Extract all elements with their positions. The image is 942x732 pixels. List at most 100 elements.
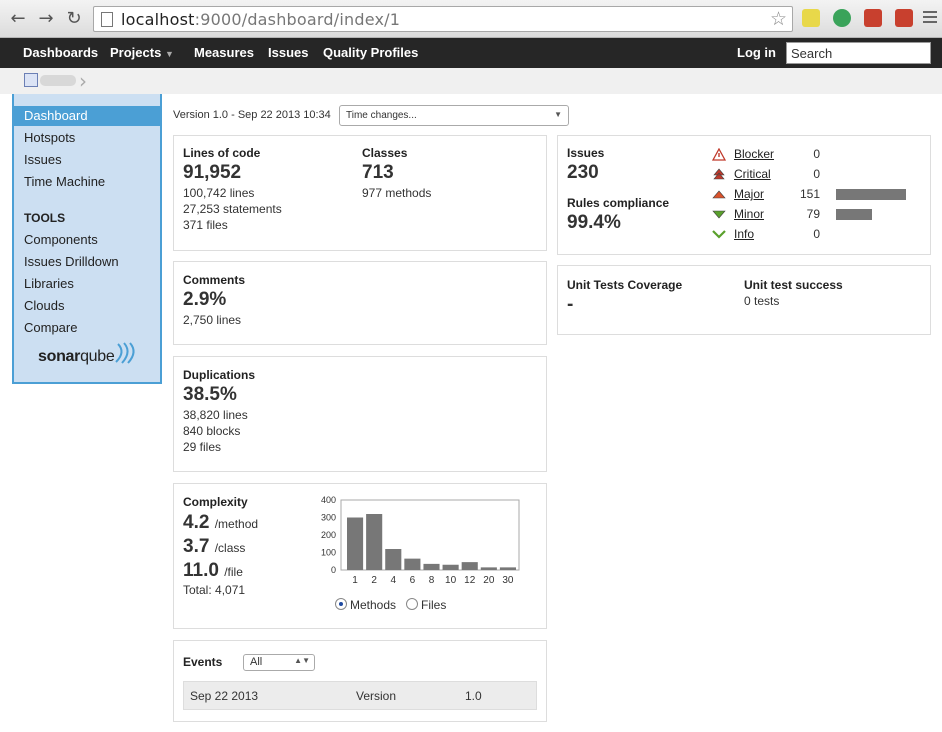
nav-issues[interactable]: Issues xyxy=(268,45,308,60)
project-icon xyxy=(24,73,38,87)
severity-link-blocker[interactable]: Blocker xyxy=(734,147,774,161)
blocker-icon xyxy=(712,148,726,161)
nav-measures[interactable]: Measures xyxy=(194,45,254,60)
select-arrows-icon: ▲▼ xyxy=(294,656,310,665)
extension-bookmark-2-icon[interactable] xyxy=(895,9,913,27)
severity-count-major: 151 xyxy=(799,187,820,201)
sidebar-item-hotspots[interactable]: Hotspots xyxy=(14,128,160,148)
sonarqube-wave-icon xyxy=(115,342,135,364)
x-tick-label: 4 xyxy=(390,575,396,586)
issues-value[interactable]: 230 xyxy=(567,162,599,184)
unit-tests-coverage-value[interactable]: - xyxy=(567,294,573,316)
extension-bookmark-icon[interactable] xyxy=(864,9,882,27)
complexity-bar-4[interactable] xyxy=(385,549,402,570)
complexity-bar-2[interactable] xyxy=(366,514,383,570)
sidebar-tools-header: TOOLS xyxy=(24,211,66,225)
event-type: Version xyxy=(356,689,397,703)
complexity-label: Complexity xyxy=(183,495,248,509)
bookmark-star-icon[interactable]: ☆ xyxy=(770,8,787,30)
severity-count-critical: 0 xyxy=(813,167,820,181)
severity-row-info: Info 0 xyxy=(712,226,912,244)
severity-link-critical[interactable]: Critical xyxy=(734,167,771,181)
sidebar-item-libraries[interactable]: Libraries xyxy=(14,274,160,294)
browser-toolbar: ← → ↻ localhost:9000/dashboard/index/1 ☆ xyxy=(0,0,942,38)
severity-row-blocker: Blocker 0 xyxy=(712,146,912,164)
methods-value[interactable]: 977 methods xyxy=(362,186,431,200)
complexity-bar-20[interactable] xyxy=(480,567,497,570)
sidebar-item-issues[interactable]: Issues xyxy=(14,150,160,170)
methods-radio-label[interactable]: Methods xyxy=(350,598,396,612)
x-tick-label: 10 xyxy=(445,575,457,586)
complexity-total[interactable]: Total: 4,071 xyxy=(183,583,245,597)
complexity-bar-6[interactable] xyxy=(404,558,421,570)
comment-lines-value[interactable]: 2,750 lines xyxy=(183,313,241,327)
complexity-bar-12[interactable] xyxy=(461,562,478,570)
severity-link-info[interactable]: Info xyxy=(734,227,754,241)
breadcrumb-project[interactable] xyxy=(40,75,76,86)
event-value: 1.0 xyxy=(465,689,482,703)
complexity-bar-8[interactable] xyxy=(423,563,440,570)
sidebar-item-components[interactable]: Components xyxy=(14,230,160,250)
time-changes-select[interactable]: Time changes... ▼ xyxy=(339,105,569,126)
event-date: Sep 22 2013 xyxy=(190,689,259,703)
unit-tests-coverage-label: Unit Tests Coverage xyxy=(567,278,683,292)
nav-quality-profiles[interactable]: Quality Profiles xyxy=(323,45,418,60)
sidebar-item-clouds[interactable]: Clouds xyxy=(14,296,160,316)
lines-of-code-value[interactable]: 91,952 xyxy=(183,162,241,184)
duplicated-lines-value[interactable]: 38,820 lines xyxy=(183,408,248,422)
login-link[interactable]: Log in xyxy=(737,45,776,60)
severity-row-critical: Critical 0 xyxy=(712,166,912,184)
complexity-bar-10[interactable] xyxy=(442,564,459,570)
duplicated-blocks-value[interactable]: 840 blocks xyxy=(183,424,240,438)
lines-value[interactable]: 100,742 lines xyxy=(183,186,254,200)
duplicated-files-value[interactable]: 29 files xyxy=(183,440,221,454)
methods-radio[interactable] xyxy=(335,598,347,610)
statements-value[interactable]: 27,253 statements xyxy=(183,202,282,216)
y-tick-label: 100 xyxy=(321,548,336,558)
complexity-per-class[interactable]: 3.7 /class xyxy=(183,536,245,558)
nav-projects[interactable]: Projects ▼ xyxy=(110,45,174,60)
sidebar-item-issues-drilldown[interactable]: Issues Drilldown xyxy=(14,252,160,272)
critical-icon xyxy=(713,168,725,180)
complexity-per-file[interactable]: 11.0 /file xyxy=(183,560,243,582)
nav-dashboards[interactable]: Dashboards xyxy=(23,45,98,60)
sidebar-item-compare[interactable]: Compare xyxy=(14,318,160,338)
duplications-value[interactable]: 38.5% xyxy=(183,384,237,406)
address-bar[interactable]: localhost:9000/dashboard/index/1 ☆ xyxy=(93,6,793,32)
comments-label: Comments xyxy=(183,273,246,287)
classes-value[interactable]: 713 xyxy=(362,162,394,184)
files-radio[interactable] xyxy=(406,598,418,610)
events-filter-select[interactable]: All ▲▼ xyxy=(243,654,315,671)
browser-menu-icon[interactable] xyxy=(923,11,937,26)
sidebar-item-time-machine[interactable]: Time Machine xyxy=(14,172,160,192)
dropdown-arrow-icon: ▼ xyxy=(554,110,562,119)
extension-lock-icon[interactable] xyxy=(833,9,851,27)
sidebar-item-dashboard[interactable]: Dashboard xyxy=(14,106,160,126)
complexity-bar-1[interactable] xyxy=(347,517,364,571)
unit-test-success-value[interactable]: 0 tests xyxy=(744,294,779,308)
lines-of-code-label: Lines of code xyxy=(183,146,261,160)
files-radio-label[interactable]: Files xyxy=(421,598,446,612)
search-input[interactable]: Search xyxy=(786,42,931,64)
rules-compliance-value[interactable]: 99.4% xyxy=(567,212,621,234)
forward-icon[interactable]: → xyxy=(36,9,56,29)
back-icon[interactable]: ← xyxy=(8,9,28,29)
extension-icon[interactable] xyxy=(802,9,820,27)
complexity-bar-30[interactable] xyxy=(499,567,516,570)
severity-link-minor[interactable]: Minor xyxy=(734,207,764,221)
y-tick-label: 0 xyxy=(331,565,336,575)
comments-value[interactable]: 2.9% xyxy=(183,289,226,311)
x-tick-label: 2 xyxy=(371,575,377,586)
files-value[interactable]: 371 files xyxy=(183,218,228,232)
severity-bar-major xyxy=(836,189,906,200)
reload-icon[interactable]: ↻ xyxy=(64,9,84,29)
severity-bar-minor xyxy=(836,209,873,220)
complexity-per-method[interactable]: 4.2 /method xyxy=(183,512,258,534)
major-icon xyxy=(712,190,726,199)
rules-compliance-label: Rules compliance xyxy=(567,196,670,210)
severity-count-blocker: 0 xyxy=(813,147,820,161)
url-text[interactable]: localhost:9000/dashboard/index/1 xyxy=(121,10,400,29)
severity-link-major[interactable]: Major xyxy=(734,187,764,201)
x-tick-label: 30 xyxy=(502,575,514,586)
sonarqube-logo: sonarqube xyxy=(38,348,115,365)
